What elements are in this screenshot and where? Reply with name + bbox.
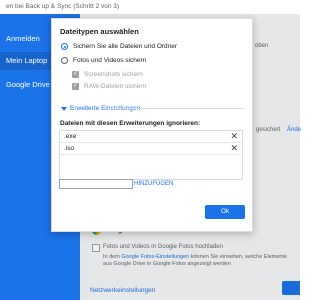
divider — [107, 108, 245, 109]
list-item: .iso ✕ — [60, 143, 242, 155]
option-photos-videos[interactable]: Fotos und Videos sichern — [61, 57, 146, 64]
add-extension-button[interactable]: HINZUFÜGEN — [134, 181, 173, 187]
option-all-files-label: Sichern Sie alle Dateien und Ordner — [73, 43, 178, 50]
option-raw-files-label: RAW-Dateien sichern — [84, 83, 147, 90]
radio-all-files[interactable] — [61, 43, 68, 50]
ok-button[interactable]: Ok — [205, 205, 245, 219]
option-screenshots-label: Screenshots sichern — [84, 71, 143, 78]
option-screenshots: ✓ Screenshots sichern — [72, 71, 143, 78]
file-types-dialog: Dateitypen auswählen Sichern Sie alle Da… — [51, 18, 253, 232]
list-item: .exe ✕ — [60, 131, 242, 143]
chevron-down-icon — [61, 106, 67, 111]
option-photos-videos-label: Fotos und Videos sichern — [73, 57, 147, 64]
extension-text: .exe — [64, 133, 77, 140]
ignore-extensions-label: Dateien mit diesen Erweiterungen ignorie… — [60, 120, 201, 127]
dialog-title: Dateitypen auswählen — [60, 27, 139, 36]
extension-text: .iso — [64, 145, 75, 152]
radio-photos-videos[interactable] — [61, 57, 68, 64]
checkbox-raw-files: ✓ — [72, 83, 79, 90]
extension-input[interactable] — [59, 179, 133, 189]
checkbox-screenshots: ✓ — [72, 71, 79, 78]
close-icon[interactable]: ✕ — [230, 143, 238, 154]
extensions-list: .exe ✕ .iso ✕ — [59, 130, 243, 180]
option-raw-files: ✓ RAW-Dateien sichern — [72, 83, 146, 90]
window-title: en bei Back up & Sync (Schritt 2 von 3) — [0, 0, 300, 14]
close-icon[interactable]: ✕ — [230, 131, 238, 142]
option-all-files[interactable]: Sichern Sie alle Dateien und Ordner — [61, 43, 177, 50]
